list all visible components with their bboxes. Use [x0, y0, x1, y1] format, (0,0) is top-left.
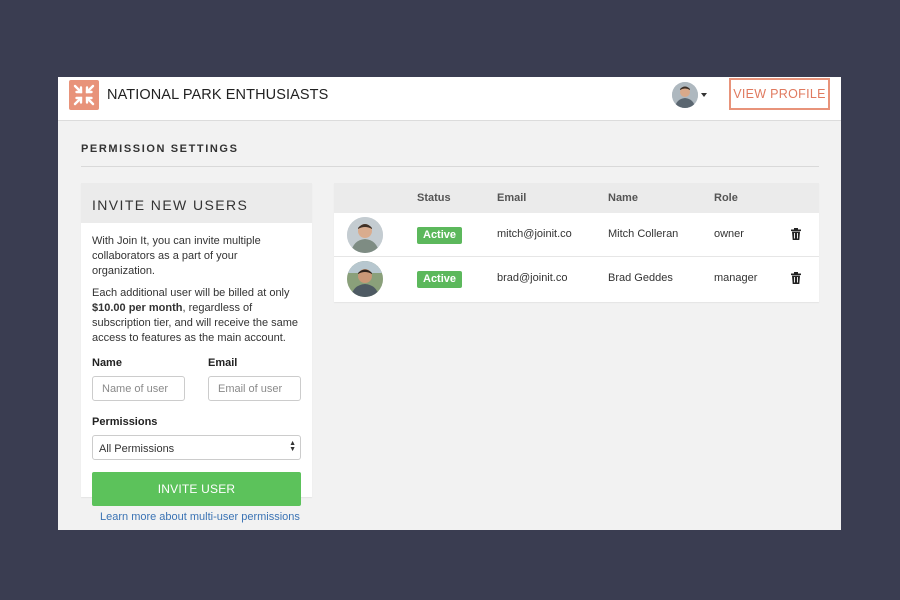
avatar: [347, 217, 383, 253]
user-menu[interactable]: [672, 82, 712, 110]
trash-icon[interactable]: [791, 272, 801, 284]
page-title: PERMISSION SETTINGS: [81, 143, 239, 155]
table-row: Active mitch@joinit.co Mitch Colleran ow…: [334, 213, 819, 257]
user-name: Brad Geddes: [608, 272, 673, 284]
trash-icon[interactable]: [791, 228, 801, 240]
email-input[interactable]: [208, 376, 301, 401]
user-role: manager: [714, 272, 758, 284]
view-profile-button[interactable]: VIEW PROFILE: [729, 78, 830, 110]
app-window: NATIONAL PARK ENTHUSIASTS VIEW PROFILE P…: [58, 77, 841, 530]
status-badge: Active: [417, 227, 463, 244]
panel-title: INVITE NEW USERS: [81, 183, 312, 223]
table-row: Active brad@joinit.co Brad Geddes manage…: [334, 257, 819, 301]
table-header: Status Email Name Role: [334, 183, 819, 213]
billing-text: Each additional user will be billed at o…: [92, 286, 301, 346]
user-email: mitch@joinit.co: [497, 228, 572, 240]
invite-user-button[interactable]: INVITE USER: [92, 472, 301, 506]
column-header-email[interactable]: Email: [497, 192, 526, 204]
organization-name: NATIONAL PARK ENTHUSIASTS: [107, 87, 329, 103]
divider: [81, 166, 819, 167]
billing-price: $10.00 per month: [92, 302, 183, 314]
user-role: owner: [714, 228, 744, 240]
users-table: Status Email Name Role Active mitch@join…: [334, 183, 819, 302]
chevron-down-icon: [701, 93, 707, 97]
select-arrows-icon: ▲ ▼: [289, 440, 296, 453]
avatar: [672, 82, 698, 108]
column-header-status[interactable]: Status: [417, 192, 451, 204]
learn-more-link[interactable]: Learn more about multi-user permissions: [100, 511, 300, 523]
billing-prefix: Each additional user will be billed at o…: [92, 287, 290, 299]
status-badge: Active: [417, 271, 463, 288]
name-input[interactable]: [92, 376, 185, 401]
column-header-name[interactable]: Name: [608, 192, 638, 204]
permissions-selected-value: All Permissions: [99, 443, 175, 455]
avatar: [347, 261, 383, 297]
permissions-label: Permissions: [92, 416, 158, 428]
column-header-role[interactable]: Role: [714, 192, 738, 204]
permissions-select[interactable]: All Permissions ▲ ▼: [92, 435, 301, 460]
invite-users-panel: INVITE NEW USERS With Join It, you can i…: [81, 183, 312, 506]
compress-arrows-icon[interactable]: [69, 80, 99, 110]
top-navbar: NATIONAL PARK ENTHUSIASTS VIEW PROFILE: [58, 77, 841, 121]
name-label: Name: [92, 357, 122, 369]
invite-intro-text: With Join It, you can invite multiple co…: [92, 235, 261, 277]
user-name: Mitch Colleran: [608, 228, 679, 240]
email-label: Email: [208, 357, 238, 369]
user-email: brad@joinit.co: [497, 272, 568, 284]
